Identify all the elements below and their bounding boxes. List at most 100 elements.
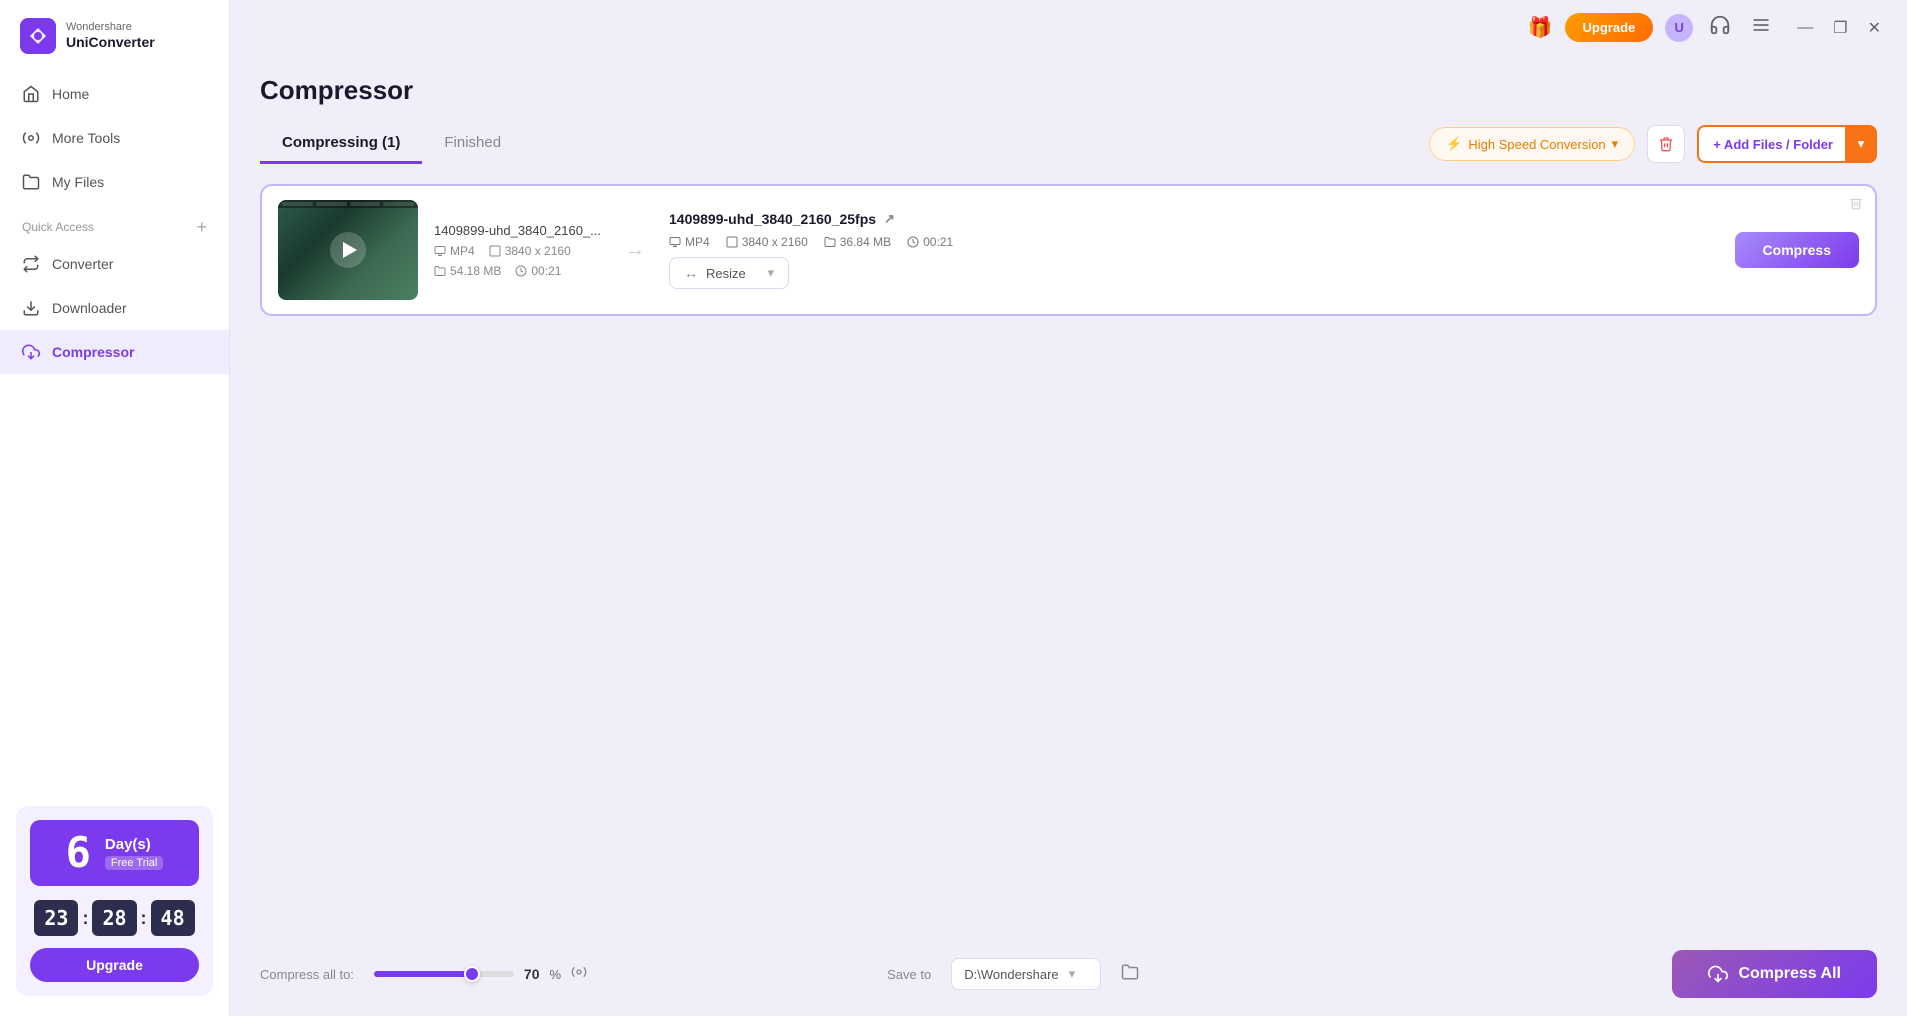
source-size-value: 54.18 MB	[450, 264, 501, 278]
sidebar-item-converter-label: Converter	[52, 256, 113, 272]
slider-fill	[374, 971, 472, 977]
folder-open-icon	[1121, 963, 1139, 981]
settings-icon	[571, 964, 587, 980]
trash-icon	[1658, 136, 1674, 152]
source-resolution-value: 3840 x 2160	[505, 244, 571, 258]
compression-slider-wrap: 70 %	[374, 964, 867, 985]
trial-days-card: 6 Day(s) Free Trial	[30, 820, 199, 886]
source-format-value: MP4	[450, 244, 475, 258]
resize-dropdown[interactable]: ↔ Resize ▾	[669, 257, 789, 289]
sidebar-item-more-tools-label: More Tools	[52, 130, 120, 146]
format-icon-left	[434, 245, 446, 257]
high-speed-conversion-button[interactable]: ⚡ High Speed Conversion ▾	[1429, 127, 1635, 161]
play-button[interactable]	[330, 232, 366, 268]
tab-finished-label: Finished	[444, 134, 501, 151]
minimize-button[interactable]: —	[1791, 16, 1819, 40]
save-to-label: Save to	[887, 967, 931, 982]
page-content: Compressor Compressing (1) Finished ⚡ Hi…	[230, 55, 1907, 932]
timer-colon-2: :	[141, 908, 147, 929]
page-title: Compressor	[260, 75, 1877, 106]
more-tools-icon	[22, 129, 40, 147]
sidebar-item-compressor-label: Compressor	[52, 344, 134, 360]
tabs: Compressing (1) Finished	[260, 124, 523, 164]
sidebar-item-home[interactable]: Home	[0, 72, 229, 116]
source-file-name: 1409899-uhd_3840_2160_...	[434, 223, 601, 238]
tab-compressing[interactable]: Compressing (1)	[260, 124, 422, 164]
trial-timer: 23 : 28 : 48	[30, 900, 199, 936]
source-file-meta-2: 54.18 MB 00:21	[434, 264, 601, 278]
user-avatar[interactable]: U	[1665, 14, 1693, 42]
downloader-icon	[22, 299, 40, 317]
sidebar-item-downloader[interactable]: Downloader	[0, 286, 229, 330]
resize-label: Resize	[706, 266, 746, 281]
tab-finished[interactable]: Finished	[422, 124, 523, 164]
resize-icon: ↔	[684, 265, 698, 281]
add-files-chevron-icon: ▾	[1858, 136, 1865, 152]
gift-icon[interactable]: 🎁	[1528, 15, 1553, 40]
headset-button[interactable]	[1705, 10, 1735, 45]
output-resolution-value: 3840 x 2160	[742, 235, 808, 249]
resolution-icon-right	[726, 236, 738, 248]
size-icon-left	[434, 265, 446, 277]
topbar-upgrade-button[interactable]: Upgrade	[1565, 13, 1654, 42]
compression-settings-button[interactable]	[571, 964, 587, 985]
source-duration: 00:21	[515, 264, 561, 278]
percent-symbol: %	[550, 967, 562, 982]
logo-text: Wondershare UniConverter	[66, 21, 155, 51]
arrow-divider: →	[617, 239, 653, 262]
maximize-button[interactable]: ❐	[1827, 16, 1853, 40]
trial-days-label: Day(s)	[105, 836, 163, 853]
sidebar-item-my-files[interactable]: My Files	[0, 160, 229, 204]
headset-icon	[1709, 14, 1731, 36]
quick-access-add-button[interactable]: +	[196, 218, 207, 236]
app-logo	[20, 18, 56, 54]
add-files-wrap: + Add Files / Folder ▾	[1697, 125, 1877, 163]
compressor-icon	[22, 343, 40, 361]
compress-all-button[interactable]: Compress All	[1672, 950, 1877, 998]
delete-all-button[interactable]	[1647, 125, 1685, 163]
resize-chevron-icon: ▾	[767, 265, 774, 281]
size-icon-right	[824, 236, 836, 248]
sidebar-item-my-files-label: My Files	[52, 174, 104, 190]
file-card: 1409899-uhd_3840_2160_... MP4 3840 x 216…	[260, 184, 1877, 316]
output-size: 36.84 MB	[824, 235, 891, 249]
logo-area: Wondershare UniConverter	[0, 0, 229, 72]
delete-file-button[interactable]	[1849, 196, 1863, 215]
file-info-output: 1409899-uhd_3840_2160_25fps ↗ MP4 3840 x…	[669, 211, 1719, 289]
converter-icon	[22, 255, 40, 273]
compress-all-icon	[1708, 964, 1728, 984]
add-files-dropdown-button[interactable]: ▾	[1845, 125, 1877, 163]
save-path-value: D:\Wondershare	[964, 967, 1058, 982]
sidebar-item-compressor[interactable]: Compressor	[0, 330, 229, 374]
high-speed-label: High Speed Conversion	[1468, 137, 1605, 152]
tab-compressing-label: Compressing (1)	[282, 134, 400, 151]
sidebar-item-downloader-label: Downloader	[52, 300, 127, 316]
timer-minutes: 28	[92, 900, 136, 936]
brand-top: Wondershare	[66, 21, 155, 34]
trial-label-box: Day(s) Free Trial	[105, 836, 163, 871]
trial-days-number: 6	[66, 832, 91, 874]
percent-value: 70	[524, 966, 540, 982]
menu-button[interactable]	[1747, 11, 1775, 44]
sidebar-item-more-tools[interactable]: More Tools	[0, 116, 229, 160]
sidebar-upgrade-button[interactable]: Upgrade	[30, 948, 199, 982]
add-files-button[interactable]: + Add Files / Folder	[1697, 125, 1847, 163]
compress-button[interactable]: Compress	[1735, 232, 1859, 268]
open-folder-button[interactable]	[1121, 963, 1139, 986]
close-button[interactable]: ✕	[1862, 16, 1887, 40]
open-file-icon[interactable]: ↗	[884, 211, 895, 227]
compression-slider[interactable]	[374, 971, 514, 977]
timer-colon-1: :	[82, 908, 88, 929]
sidebar-item-converter[interactable]: Converter	[0, 242, 229, 286]
topbar: 🎁 Upgrade U — ❐ ✕	[230, 0, 1907, 55]
save-to-path[interactable]: D:\Wondershare ▾	[951, 958, 1101, 990]
home-icon	[22, 85, 40, 103]
lightning-icon: ⚡	[1446, 136, 1462, 152]
play-icon	[343, 242, 357, 258]
source-duration-value: 00:21	[531, 264, 561, 278]
output-format-value: MP4	[685, 235, 710, 249]
timer-hours: 23	[34, 900, 78, 936]
video-thumbnail[interactable]	[278, 200, 418, 300]
output-file-meta: MP4 3840 x 2160 36.84 MB 00:21	[669, 235, 1719, 249]
window-controls: — ❐ ✕	[1791, 16, 1887, 40]
